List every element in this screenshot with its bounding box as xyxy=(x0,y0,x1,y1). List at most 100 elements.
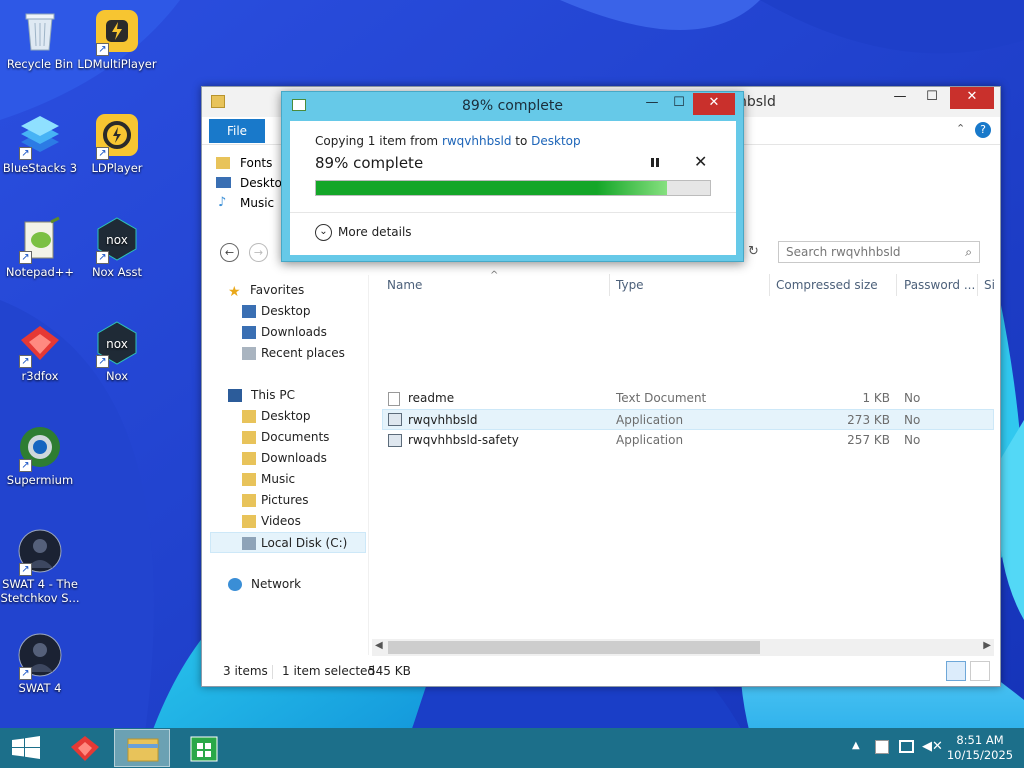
dialog-close-button[interactable]: ✕ xyxy=(693,93,735,115)
close-button[interactable]: ✕ xyxy=(950,87,994,109)
nox-asst-icon: nox ↗ xyxy=(94,216,140,264)
folder-icon xyxy=(211,95,225,108)
nav-pc-desktop[interactable]: Desktop xyxy=(210,406,366,427)
table-row[interactable]: rwqvhhbsld-safety Application 257 KB No xyxy=(382,430,994,451)
dialog-minimize-button[interactable]: — xyxy=(640,93,664,115)
column-header-name[interactable]: Name xyxy=(387,278,422,292)
desktop-icon-nox-asst[interactable]: nox ↗ Nox Asst xyxy=(77,216,157,279)
scroll-right-icon[interactable]: ▶ xyxy=(983,640,991,651)
copy-mid: to xyxy=(511,134,532,148)
desktop-icon-label: SWAT 4 - The Stetchkov S... xyxy=(0,577,80,605)
nav-fav-recent-places[interactable]: Recent places xyxy=(210,343,366,364)
file-list: ^ Name Type Compressed size Password ...… xyxy=(372,270,1000,660)
help-icon[interactable]: ? xyxy=(975,122,991,138)
scrollbar-thumb[interactable] xyxy=(388,641,760,654)
source-link[interactable]: rwqvhhbsld xyxy=(442,134,512,148)
desktop-icon-recycle-bin[interactable]: Recycle Bin xyxy=(0,8,80,71)
nav-label: Desktop xyxy=(261,409,311,423)
file-type: Application xyxy=(616,413,684,427)
nav-pc-documents[interactable]: Documents xyxy=(210,427,366,448)
column-separator xyxy=(769,274,770,296)
nav-label: This PC xyxy=(251,388,295,402)
column-header-password[interactable]: Password ... xyxy=(904,278,975,292)
action-center-icon[interactable] xyxy=(875,740,889,754)
file-tab[interactable]: File xyxy=(209,119,265,143)
folder-icon xyxy=(216,157,230,169)
cancel-copy-button[interactable]: ✕ xyxy=(694,152,707,171)
desktop-icon-ldmultiplayer[interactable]: ↗ LDMultiPlayer xyxy=(77,8,157,71)
taskbar-file-explorer-button[interactable] xyxy=(114,729,170,767)
shortcut-arrow-icon: ↗ xyxy=(19,355,32,368)
search-input[interactable]: Search rwqvhhbsld ⌕ xyxy=(778,241,980,263)
ldmultiplayer-icon: ↗ xyxy=(94,8,140,56)
ribbon-item-label: Music xyxy=(240,196,275,210)
nav-label: Network xyxy=(251,577,302,591)
shortcut-arrow-icon: ↗ xyxy=(19,667,32,680)
desktop-icon-notepad-plus-plus[interactable]: ↗ Notepad++ xyxy=(0,216,80,279)
file-type: Application xyxy=(616,433,684,447)
column-header-type[interactable]: Type xyxy=(616,278,644,292)
refresh-icon[interactable]: ↻ xyxy=(748,244,759,259)
show-hidden-icons-icon[interactable]: ▲ xyxy=(852,740,860,751)
swat4-icon: ↗ xyxy=(17,632,63,680)
nav-pc-pictures[interactable]: Pictures xyxy=(210,490,366,511)
start-button[interactable] xyxy=(0,729,56,767)
details-view-icon[interactable] xyxy=(946,661,966,681)
back-button[interactable]: ← xyxy=(220,243,239,262)
percent-complete-text: 89% complete xyxy=(315,154,424,172)
desktop-icon-supermium[interactable]: ↗ Supermium xyxy=(0,424,80,487)
r3dfox-icon xyxy=(71,736,99,761)
dialog-title-bar[interactable]: 89% complete — ☐ ✕ xyxy=(282,92,743,121)
computer-icon xyxy=(228,389,242,402)
nav-pc-local-disk[interactable]: Local Disk (C:) xyxy=(210,532,366,553)
nav-label: Downloads xyxy=(261,451,327,465)
column-header-size[interactable]: Si xyxy=(984,278,995,292)
nav-fav-downloads[interactable]: Downloads xyxy=(210,322,366,343)
status-item-count: 3 items xyxy=(223,664,268,678)
table-row[interactable]: rwqvhhbsld Application 273 KB No xyxy=(382,409,994,430)
tiles-view-icon[interactable] xyxy=(970,661,990,681)
desktop-icon xyxy=(242,305,256,318)
bluestacks-icon: ↗ xyxy=(17,112,63,160)
column-separator xyxy=(609,274,610,296)
more-details-button[interactable]: ⌄ More details xyxy=(315,224,412,241)
maximize-button[interactable]: ☐ xyxy=(918,87,946,109)
file-size: 257 KB xyxy=(847,433,890,447)
volume-muted-icon[interactable]: ◀✕ xyxy=(922,739,943,754)
taskbar-store-button[interactable] xyxy=(176,729,232,767)
scroll-left-icon[interactable]: ◀ xyxy=(375,640,383,651)
nav-this-pc[interactable]: This PC xyxy=(210,385,366,406)
expand-ribbon-icon[interactable]: ⌃ xyxy=(956,122,965,135)
desktop-icon-nox[interactable]: nox ↗ Nox xyxy=(77,320,157,383)
nav-pc-music[interactable]: Music xyxy=(210,469,366,490)
desktop-icon-ldplayer[interactable]: ↗ LDPlayer xyxy=(77,112,157,175)
forward-button[interactable]: → xyxy=(249,243,268,262)
progress-bar xyxy=(315,180,711,196)
network-status-icon[interactable] xyxy=(899,740,914,753)
pause-button[interactable] xyxy=(648,155,662,169)
dialog-maximize-button[interactable]: ☐ xyxy=(667,93,691,115)
nav-pc-downloads[interactable]: Downloads xyxy=(210,448,366,469)
taskbar-r3dfox-button[interactable] xyxy=(57,729,113,767)
nav-pc-videos[interactable]: Videos xyxy=(210,511,366,532)
folder-icon xyxy=(242,410,256,423)
status-selected-size: 545 KB xyxy=(368,664,411,678)
desktop-icon-swat4[interactable]: ↗ SWAT 4 xyxy=(0,632,80,695)
nav-favorites[interactable]: ★ Favorites xyxy=(210,280,366,301)
minimize-button[interactable]: — xyxy=(886,87,914,109)
search-placeholder: Search rwqvhhbsld xyxy=(786,245,901,259)
destination-link[interactable]: Desktop xyxy=(531,134,581,148)
column-separator xyxy=(896,274,897,296)
desktop-icon-bluestacks[interactable]: ↗ BlueStacks 3 xyxy=(0,112,80,175)
status-separator xyxy=(272,665,273,679)
desktop-icon-r3dfox[interactable]: ↗ r3dfox xyxy=(0,320,80,383)
taskbar-clock[interactable]: 8:51 AM 10/15/2025 xyxy=(944,733,1016,763)
column-header-compressed-size[interactable]: Compressed size xyxy=(776,278,878,292)
desktop-icon-swat4-stetchkov[interactable]: ↗ SWAT 4 - The Stetchkov S... xyxy=(0,528,80,605)
nav-network[interactable]: Network xyxy=(210,574,366,595)
table-row[interactable]: readme Text Document 1 KB No xyxy=(382,388,994,409)
horizontal-scrollbar[interactable]: ◀ ▶ xyxy=(372,639,994,656)
pause-icon-bar xyxy=(656,158,659,167)
nav-fav-desktop[interactable]: Desktop xyxy=(210,301,366,322)
shortcut-arrow-icon: ↗ xyxy=(96,147,109,160)
